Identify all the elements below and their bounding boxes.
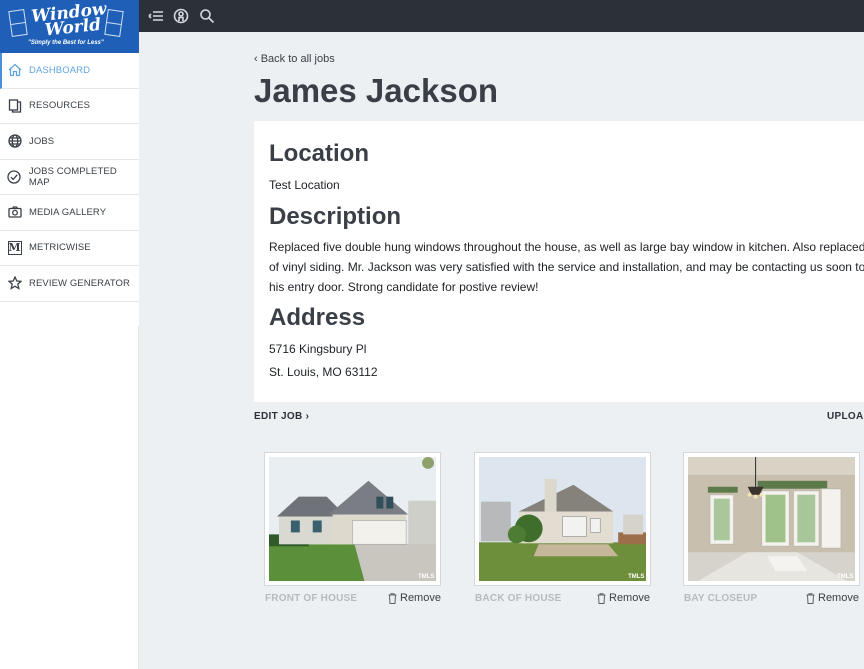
back-to-jobs-link[interactable]: ‹ Back to all jobs	[254, 53, 335, 65]
description-heading: Description	[269, 203, 402, 230]
sidebar-item-resources[interactable]: RESOURCES	[0, 89, 139, 124]
brand-logo[interactable]: Window World "Simply the Best for Less"	[0, 0, 139, 53]
photo-caption: FRONT OF HOUSE	[265, 593, 358, 604]
sidebar: DASHBOARD RESOURCES JOBS JOBS COMPLETED …	[0, 53, 139, 326]
location-value: Test Location	[269, 178, 340, 192]
search-icon[interactable]	[197, 6, 217, 26]
photo-caption: BAY CLOSEUP	[684, 593, 758, 604]
sidebar-item-metricwise[interactable]: M METRICWISE	[0, 231, 139, 266]
trash-icon	[597, 592, 606, 604]
sidebar-item-label: METRICWISE	[29, 242, 91, 254]
description-line: Replaced five double hung windows throug…	[269, 240, 864, 254]
home-icon	[7, 63, 22, 78]
upload-link[interactable]: UPLOAD	[827, 411, 864, 422]
sidebar-item-label: DASHBOARD	[29, 64, 91, 76]
globe-icon	[7, 134, 22, 149]
sidebar-item-label: JOBS	[29, 135, 55, 147]
photo-front-of-house[interactable]: TMLS	[264, 452, 441, 586]
photo-bay-closeup[interactable]: TMLS	[683, 452, 860, 586]
edit-job-link[interactable]: EDIT JOB ›	[254, 411, 309, 422]
brand-name: Window World	[30, 0, 108, 41]
description-line: his entry door. Strong candidate for pos…	[269, 280, 539, 294]
sidebar-item-jobs-completed-map[interactable]: JOBS COMPLETED MAP	[0, 160, 139, 195]
check-circle-icon	[7, 169, 22, 184]
brand-tagline: "Simply the Best for Less"	[28, 40, 104, 46]
sidebar-filler	[0, 326, 139, 669]
sidebar-item-label: RESOURCES	[29, 100, 91, 112]
metricwise-icon: M	[7, 240, 22, 255]
remove-photo-button[interactable]: Remove	[388, 592, 441, 604]
job-details-card: Location Test Location Description Repla…	[254, 121, 864, 402]
description-line: of vinyl siding. Mr. Jackson was very sa…	[269, 260, 864, 274]
house-back-image: TMLS	[479, 457, 646, 581]
bay-window-image: TMLS	[688, 457, 855, 581]
trash-icon	[388, 592, 397, 604]
svg-text:TMLS: TMLS	[418, 574, 434, 580]
sidebar-item-label: JOBS COMPLETED MAP	[28, 165, 117, 188]
svg-text:TMLS: TMLS	[628, 574, 644, 580]
star-icon	[7, 276, 22, 291]
address-line-1: 5716 Kingsbury Pl	[269, 342, 367, 356]
remove-photo-button[interactable]: Remove	[597, 592, 650, 604]
house-front-image: TMLS	[269, 457, 436, 581]
address-heading: Address	[269, 304, 366, 331]
sidebar-item-media-gallery[interactable]: MEDIA GALLERY	[0, 195, 139, 231]
location-heading: Location	[269, 140, 369, 167]
photo-back-of-house[interactable]: TMLS	[474, 452, 651, 586]
trash-icon	[806, 592, 815, 604]
documents-icon	[7, 98, 22, 113]
window-logo-icon	[8, 9, 28, 37]
sidebar-item-dashboard[interactable]: DASHBOARD	[0, 53, 139, 89]
remove-photo-button[interactable]: Remove	[806, 592, 859, 604]
address-line-2: St. Louis, MO 63112	[269, 365, 378, 379]
user-icon[interactable]	[171, 6, 191, 26]
sidebar-item-label: MEDIA GALLERY	[29, 206, 107, 218]
sidebar-item-jobs[interactable]: JOBS	[0, 124, 139, 160]
menu-icon[interactable]	[146, 6, 166, 26]
sidebar-item-label: REVIEW GENERATOR	[29, 277, 131, 289]
camera-icon	[7, 205, 22, 220]
page-title: James Jackson	[254, 72, 499, 109]
photo-caption: BACK OF HOUSE	[475, 593, 562, 604]
sidebar-item-review-generator[interactable]: REVIEW GENERATOR	[0, 266, 139, 302]
svg-text:TMLS: TMLS	[837, 574, 853, 580]
